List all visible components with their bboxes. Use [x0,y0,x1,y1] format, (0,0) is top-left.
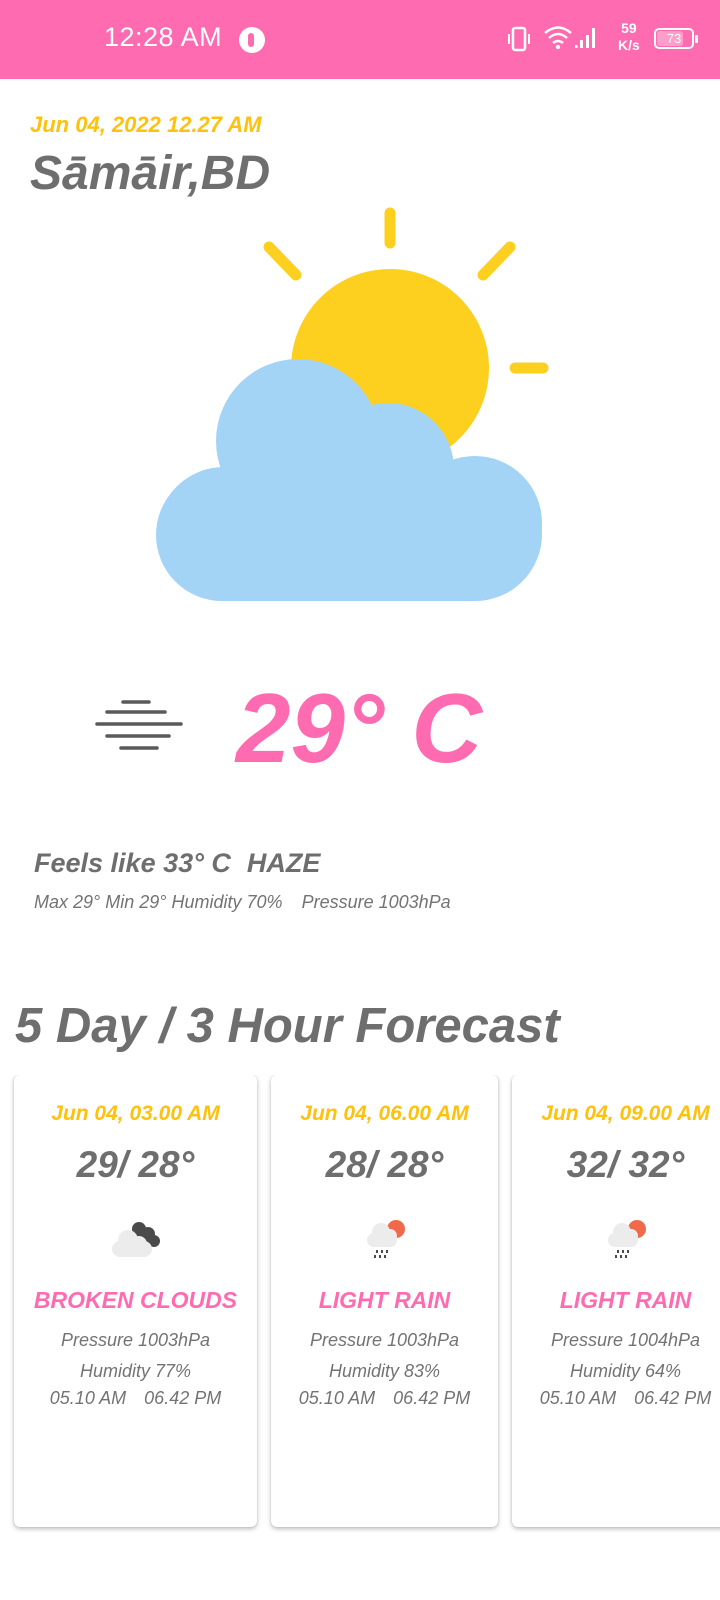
sunset-time: 06.42 PM [634,1388,712,1408]
forecast-date: Jun 04, 06.00 AM [300,1102,469,1125]
network-speed: 59 K/s [618,20,640,54]
forecast-description: LIGHT RAIN [318,1287,451,1313]
wifi-icon [544,26,572,50]
forecast-humidity: Humidity 77% [79,1361,192,1381]
haze-icon [95,700,183,750]
sunrise-time: 05.10 AM [49,1388,127,1408]
forecast-temp: 32/ 32° [566,1144,685,1185]
forecast-list[interactable]: Jun 04, 03.00 AM 29/ 28° BROKEN CLOUDS P… [0,1075,720,1535]
network-speed-unit: K/s [618,37,640,53]
forecast-date: Jun 04, 09.00 AM [541,1102,710,1125]
pressure-text: Pressure 1003hPa [301,892,451,912]
current-temperature: 29° C [236,673,483,783]
forecast-sun-times: 05.10 AM 06.42 PM [271,1388,498,1409]
forecast-pressure: Pressure 1004hPa [550,1330,701,1350]
humidity-text: Humidity 70% [171,892,283,912]
forecast-sun-times: 05.10 AM 06.42 PM [512,1388,720,1409]
location-name: Sāmāir,BD [30,147,271,200]
forecast-card[interactable]: Jun 04, 06.00 AM 28/ 28° LIGHT RAIN Pres… [271,1075,498,1527]
feels-like-line: Feels like 33° C HAZE [34,848,320,879]
battery-icon: 73 [654,28,698,49]
weather-details: Max 29° Min 29° Humidity 70% Pressure 10… [34,892,451,913]
broken-clouds-icon [111,1222,160,1257]
forecast-sun-times: 05.10 AM 06.42 PM [14,1388,257,1409]
forecast-pressure: Pressure 1003hPa [309,1330,460,1350]
forecast-temp: 29/ 28° [76,1144,195,1185]
forecast-description: BROKEN CLOUDS [33,1287,238,1313]
network-speed-value: 59 [621,20,637,36]
min-temp: Min 29° [105,892,167,912]
sunset-time: 06.42 PM [393,1388,471,1408]
status-bar: 12:28 AM 59 K/s 73 [0,0,720,79]
status-time: 12:28 AM [104,22,223,52]
light-rain-icon [366,1220,405,1258]
condition-text: HAZE [246,848,321,878]
forecast-title: 5 Day / 3 Hour Forecast [15,999,560,1053]
partly-cloudy-sun-icon [156,207,549,601]
feels-like-text: Feels like 33° C [34,848,231,878]
forecast-card[interactable]: Jun 04, 09.00 AM 32/ 32° LIGHT RAIN Pres… [512,1075,720,1527]
sunset-time: 06.42 PM [144,1388,222,1408]
current-datetime: Jun 04, 2022 12.27 AM [30,112,262,137]
forecast-pressure: Pressure 1003hPa [60,1330,211,1350]
sunrise-time: 05.10 AM [298,1388,376,1408]
cell-signal-icon [575,28,595,48]
battery-level: 73 [666,31,682,46]
sunrise-time: 05.10 AM [539,1388,617,1408]
forecast-humidity: Humidity 83% [328,1361,441,1381]
max-temp: Max 29° [34,892,101,912]
app-notification-icon [239,27,265,53]
forecast-card[interactable]: Jun 04, 03.00 AM 29/ 28° BROKEN CLOUDS P… [14,1075,257,1527]
forecast-humidity: Humidity 64% [569,1361,682,1381]
forecast-description: LIGHT RAIN [559,1287,692,1313]
forecast-date: Jun 04, 03.00 AM [51,1102,220,1125]
vibrate-icon [508,26,530,52]
forecast-temp: 28/ 28° [325,1144,444,1185]
light-rain-icon [607,1220,646,1258]
